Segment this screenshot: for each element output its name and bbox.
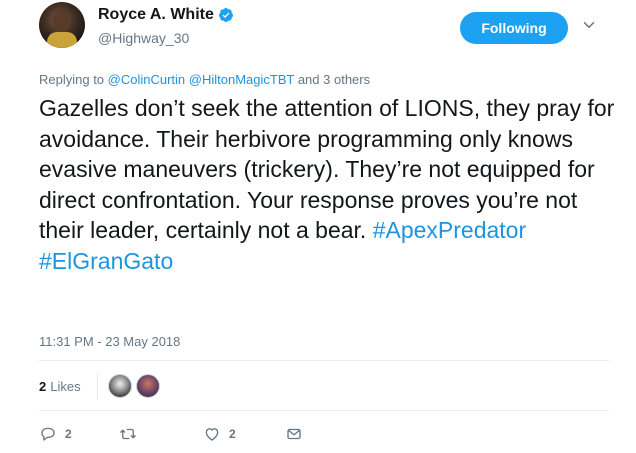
heart-icon (205, 428, 219, 441)
liker-avatar[interactable] (107, 374, 132, 398)
tweet-card: Royce A. White @Highway_30 Following Rep… (0, 0, 636, 453)
reply-mention-hiltonmagictbt[interactable]: @HiltonMagicTBT (189, 72, 294, 87)
following-button[interactable]: Following (460, 12, 568, 44)
reply-prefix: Replying to (39, 72, 108, 87)
author-display-name[interactable]: Royce A. White (98, 6, 214, 24)
author-avatar[interactable] (39, 2, 85, 48)
author-handle[interactable]: @Highway_30 (98, 30, 189, 46)
verified-badge-icon (218, 8, 233, 22)
reply-count: 2 (65, 427, 72, 441)
divider (96, 372, 98, 400)
like-button[interactable]: 2 (203, 424, 285, 444)
reply-button[interactable]: 2 (39, 424, 119, 444)
divider (39, 410, 609, 411)
reply-context: Replying to @ColinCurtin @HiltonMagicTBT… (39, 72, 370, 87)
liker-avatar[interactable] (135, 374, 160, 398)
retweet-button[interactable] (119, 424, 203, 444)
tweet-actions: 2 2 (39, 424, 303, 444)
likes-count[interactable]: 2 (39, 379, 46, 394)
reply-icon (41, 427, 55, 441)
tweet-text: Gazelles don’t seek the attention of LIO… (39, 93, 619, 276)
retweet-icon (120, 428, 136, 440)
divider (39, 360, 609, 361)
message-icon (287, 428, 301, 440)
author-name-row: Royce A. White (98, 6, 234, 24)
chevron-down-icon[interactable] (580, 16, 598, 34)
reply-mention-colincurtin[interactable]: @ColinCurtin (108, 72, 186, 87)
reply-others[interactable]: and 3 others (294, 72, 370, 87)
tweet-body: Gazelles don’t seek the attention of LIO… (39, 95, 615, 243)
likes-row: 2 Likes (39, 372, 164, 400)
hashtag-apexpredator[interactable]: #ApexPredator (373, 217, 526, 243)
hashtag-elgrangato[interactable]: #ElGranGato (39, 248, 173, 274)
likes-label[interactable]: Likes (50, 379, 80, 394)
tweet-timestamp[interactable]: 11:31 PM - 23 May 2018 (39, 334, 180, 349)
direct-message-button[interactable] (285, 424, 303, 444)
like-count: 2 (229, 427, 236, 441)
